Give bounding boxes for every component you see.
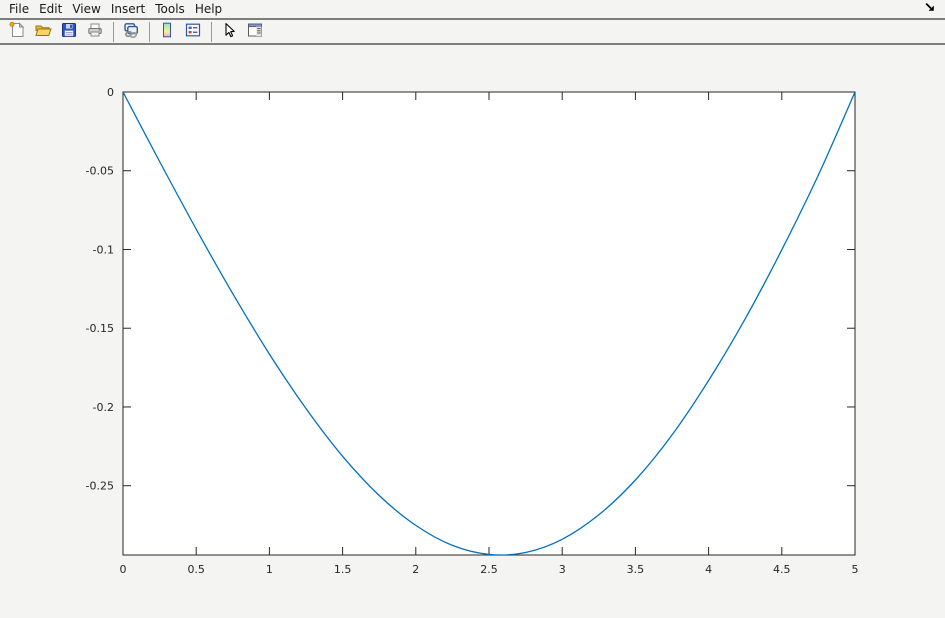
x-tick-label: 3: [559, 563, 566, 576]
diagonal-arrow-icon: [924, 1, 936, 16]
link-windows-icon: [122, 21, 140, 42]
x-tick-label: 1.5: [334, 563, 352, 576]
x-tick-label: 4.5: [773, 563, 791, 576]
axes-box: [123, 92, 855, 555]
x-tick-label: 0.5: [187, 563, 205, 576]
open-button[interactable]: [32, 21, 54, 43]
x-tick-label: 0: [120, 563, 127, 576]
colorbar-icon: [158, 21, 176, 42]
menu-item-tools[interactable]: Tools: [150, 0, 190, 18]
x-tick-label: 4: [705, 563, 712, 576]
print-icon: [86, 21, 104, 42]
toolbar-separator: [149, 22, 150, 42]
new-figure-icon: [8, 21, 26, 42]
save-icon: [60, 21, 78, 42]
x-tick-label: 2: [412, 563, 419, 576]
x-tick-label: 2.5: [480, 563, 498, 576]
y-tick-label: -0.05: [86, 165, 114, 178]
toolbar-separator: [113, 22, 114, 42]
y-tick-label: -0.15: [86, 322, 114, 335]
y-tick-label: 0: [107, 86, 114, 99]
y-tick-label: -0.25: [86, 480, 114, 493]
menu-item-help[interactable]: Help: [190, 0, 227, 18]
legend-icon: [184, 21, 202, 42]
x-tick-label: 1: [266, 563, 273, 576]
dock-button[interactable]: [923, 1, 937, 15]
figure-window: { "window": { "dock_indicator": "diagona…: [0, 0, 945, 618]
y-tick-label: -0.2: [93, 401, 114, 414]
print-button[interactable]: [84, 21, 106, 43]
toolbar: [0, 20, 945, 45]
select-button[interactable]: [218, 21, 240, 43]
link-button[interactable]: [120, 21, 142, 43]
open-folder-icon: [34, 21, 52, 42]
menu-item-edit[interactable]: Edit: [34, 0, 67, 18]
menu-item-insert[interactable]: Insert: [106, 0, 150, 18]
figure-canvas: 0 0.5 1 1.5 2 2.5 3 3.5 4 4.5 5 0 -0.05 -0.1 -0.15 -0.2…: [0, 49, 945, 618]
new-figure-button[interactable]: [6, 21, 28, 43]
menu-bar: File Edit View Insert Tools Help: [0, 0, 945, 20]
menu-item-file[interactable]: File: [4, 0, 34, 18]
pointer-icon: [220, 21, 238, 42]
legend-button[interactable]: [182, 21, 204, 43]
axes-panel-icon: [246, 21, 264, 42]
x-tick-label: 3.5: [627, 563, 645, 576]
save-button[interactable]: [58, 21, 80, 43]
x-tick-label: 5: [852, 563, 859, 576]
menu-item-view[interactable]: View: [67, 0, 105, 18]
plot-area[interactable]: 0 0.5 1 1.5 2 2.5 3 3.5 4 4.5 5 0 -0.05 -0.1 -0.15 -0.2…: [0, 49, 945, 618]
colorbar-button[interactable]: [156, 21, 178, 43]
toolbar-separator: [211, 22, 212, 42]
y-tick-label: -0.1: [93, 243, 114, 256]
axes-panel-button[interactable]: [244, 21, 266, 43]
